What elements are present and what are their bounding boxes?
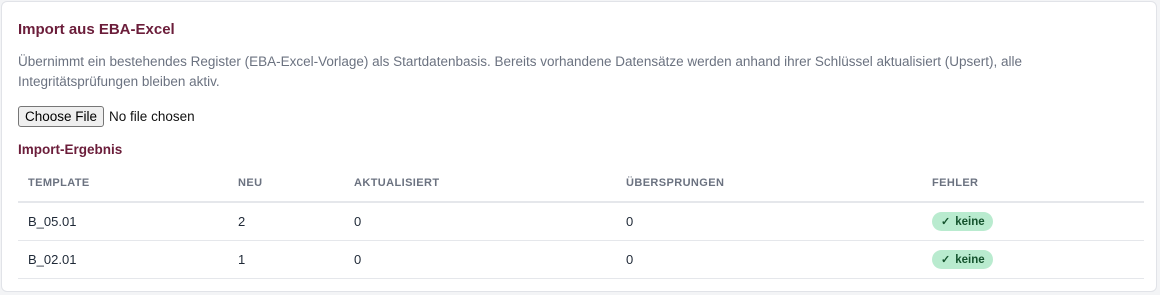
results-table: TEMPLATE NEU AKTUALISIERT ÜBERSPRUNGEN F… [18, 164, 1144, 279]
table-row: B_05.01 2 0 0 ✓ keine [18, 202, 1144, 241]
cell-fehler: ✓ keine [922, 240, 1144, 279]
card-description: Übernimmt ein bestehendes Register (EBA-… [18, 54, 1023, 89]
cell-aktualisiert: 0 [344, 240, 616, 279]
check-icon: ✓ [941, 216, 951, 228]
cell-neu: 1 [228, 240, 344, 279]
column-header-neu: NEU [228, 164, 344, 203]
table-row: B_02.01 1 0 0 ✓ keine [18, 240, 1144, 279]
badge-label: keine [955, 253, 985, 266]
choose-file-button[interactable]: Choose File [18, 105, 105, 127]
check-icon: ✓ [941, 254, 951, 266]
cell-template: B_05.01 [18, 202, 228, 241]
file-status-text: No file chosen [109, 108, 195, 124]
column-header-fehler: FEHLER [922, 164, 1144, 203]
cell-uebersprungen: 0 [616, 240, 922, 279]
card-title: Import aus EBA-Excel [18, 21, 175, 38]
column-header-template: TEMPLATE [18, 164, 228, 203]
import-card: Import aus EBA-Excel Übernimmt ein beste… [1, 1, 1157, 292]
table-header-row: TEMPLATE NEU AKTUALISIERT ÜBERSPRUNGEN F… [18, 164, 1144, 203]
status-badge: ✓ keine [932, 212, 993, 231]
cell-fehler: ✓ keine [922, 202, 1144, 241]
results-title: Import-Ergebnis [18, 142, 123, 157]
column-header-aktualisiert: AKTUALISIERT [344, 164, 616, 203]
cell-uebersprungen: 0 [616, 202, 922, 241]
file-input[interactable]: Choose File No file chosen [18, 105, 195, 127]
cell-neu: 2 [228, 202, 344, 241]
badge-label: keine [955, 215, 985, 228]
cell-template: B_02.01 [18, 240, 228, 279]
status-badge: ✓ keine [932, 250, 993, 269]
column-header-uebersprungen: ÜBERSPRUNGEN [616, 164, 922, 203]
cell-aktualisiert: 0 [344, 202, 616, 241]
